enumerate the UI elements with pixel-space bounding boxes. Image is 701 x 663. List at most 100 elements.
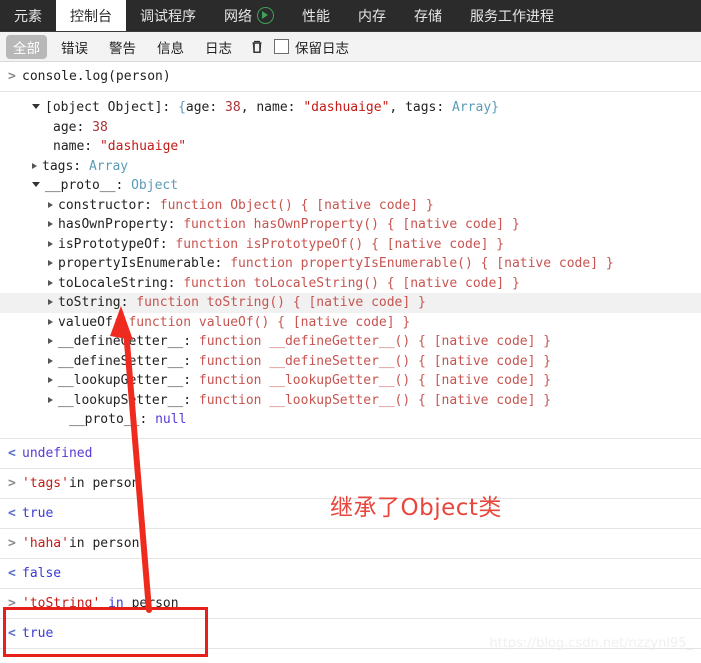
object-property-key: tags: xyxy=(42,158,89,174)
disclosure-triangle-closed-icon[interactable] xyxy=(48,396,53,403)
disclosure-triangle-closed-icon[interactable] xyxy=(48,357,53,364)
tab-console[interactable]: 控制台 xyxy=(56,0,126,31)
console-command-text: console.log(person) xyxy=(22,69,171,84)
console-result-text: true xyxy=(22,625,54,641)
object-header-age-key: age: xyxy=(185,100,226,115)
console-command-row[interactable]: > 'haha'in person xyxy=(0,529,701,559)
filter-logs[interactable]: 日志 xyxy=(198,35,239,59)
filter-errors[interactable]: 错误 xyxy=(54,35,95,59)
console-command-rest: in person xyxy=(68,475,140,491)
object-property-value: function valueOf() { [native code] } xyxy=(128,314,411,330)
tab-network-label: 网络 xyxy=(224,8,252,25)
output-prompt-icon: < xyxy=(8,565,16,581)
tab-sources[interactable]: 调试程序 xyxy=(126,0,210,31)
object-header-prefix: [object Object]: xyxy=(45,100,179,115)
object-property-value: function hasOwnProperty() { [native code… xyxy=(183,217,520,232)
object-property-key: constructor: xyxy=(58,197,160,213)
object-header-name-value: "dashuaige" xyxy=(303,100,390,115)
object-property-value: function toLocaleString() { [native code… xyxy=(183,275,520,291)
output-prompt-icon: < xyxy=(8,505,16,521)
console-command-row[interactable]: > console.log(person) xyxy=(0,62,701,92)
object-header-name-key: name: xyxy=(256,100,304,115)
console-command-row-highlighted[interactable]: > 'toString' in person xyxy=(0,589,701,619)
object-header-line[interactable]: [object Object]: {age: 38, name: "dashua… xyxy=(0,98,701,118)
object-property-row[interactable]: tags: Array xyxy=(0,157,701,177)
filter-info[interactable]: 信息 xyxy=(150,35,191,59)
object-property-row[interactable]: toLocaleString: function toLocaleString(… xyxy=(0,274,701,294)
disclosure-triangle-closed-icon[interactable] xyxy=(48,201,53,208)
console-result-row-highlighted: < true xyxy=(0,619,701,649)
object-property-row[interactable]: __defineSetter__: function __defineSette… xyxy=(0,352,701,372)
tab-performance-label: 性能 xyxy=(302,8,330,25)
tab-elements-label: 元素 xyxy=(14,8,42,25)
console-filter-bar: 全部 错误 警告 信息 日志 保留日志 xyxy=(0,32,701,62)
filter-warnings[interactable]: 警告 xyxy=(102,35,143,59)
object-property-key: __defineSetter__: xyxy=(58,353,199,369)
object-property-row[interactable]: __defineGetter__: function __defineGette… xyxy=(0,332,701,352)
disclosure-triangle-closed-icon[interactable] xyxy=(48,260,53,266)
disclosure-triangle-closed-icon[interactable] xyxy=(48,279,53,286)
object-property-row[interactable]: valueOf: function valueOf() { [native co… xyxy=(0,313,701,333)
trash-icon[interactable] xyxy=(248,38,266,56)
console-result-row: < true xyxy=(0,499,701,529)
tab-service-workers[interactable]: 服务工作进程 xyxy=(456,0,568,31)
object-property-key: toLocaleString: xyxy=(58,275,184,291)
console-result-row: < undefined xyxy=(0,439,701,469)
disclosure-triangle-closed-icon[interactable] xyxy=(48,299,53,305)
object-property-key: toString: xyxy=(58,295,137,310)
object-property-row[interactable]: name: "dashuaige" xyxy=(0,137,701,157)
object-header-tags-value: Array xyxy=(452,100,492,115)
preserve-log-checkbox[interactable] xyxy=(274,39,289,54)
tab-memory[interactable]: 内存 xyxy=(344,0,400,31)
object-header-comma-1: , xyxy=(240,100,257,115)
object-property-row[interactable]: hasOwnProperty: function hasOwnProperty(… xyxy=(0,215,701,235)
object-header-tags-key: tags: xyxy=(405,100,453,115)
object-property-row[interactable]: __lookupSetter__: function __lookupSette… xyxy=(0,391,701,411)
input-prompt-icon: > xyxy=(8,595,16,611)
disclosure-triangle-closed-icon[interactable] xyxy=(48,318,53,325)
tab-network[interactable]: 网络 xyxy=(210,0,288,31)
console-command-row[interactable]: > 'tags'in person xyxy=(0,469,701,499)
object-header-comma-2: , xyxy=(389,100,406,115)
object-property-row[interactable]: __proto__: Object xyxy=(0,176,701,196)
console-command-string: 'haha' xyxy=(22,535,69,551)
object-property-row[interactable]: toString: function toString() { [native … xyxy=(0,293,701,313)
object-property-row[interactable]: propertyIsEnumerable: function propertyI… xyxy=(0,254,701,274)
tab-storage[interactable]: 存储 xyxy=(400,0,456,31)
console-result-text: false xyxy=(22,565,62,581)
tab-performance[interactable]: 性能 xyxy=(288,0,344,31)
object-property-row[interactable]: age: 38 xyxy=(0,118,701,138)
object-property-key: __proto__: xyxy=(45,178,132,193)
disclosure-triangle-closed-icon[interactable] xyxy=(32,162,37,169)
object-property-value: function isPrototypeOf() { [native code]… xyxy=(175,236,505,252)
object-property-value: function __defineGetter__() { [native co… xyxy=(198,334,552,349)
object-brace-close: } xyxy=(491,100,499,115)
console-result-row: < false xyxy=(0,559,701,589)
input-prompt-icon: > xyxy=(8,475,16,491)
object-property-value: function Object() { [native code] } xyxy=(159,197,434,213)
object-property-key: name: xyxy=(53,139,100,154)
console-result-text: undefined xyxy=(22,445,93,461)
disclosure-triangle-closed-icon[interactable] xyxy=(48,338,53,344)
disclosure-triangle-closed-icon[interactable] xyxy=(48,240,53,247)
object-property-row[interactable]: __proto__: null xyxy=(0,410,701,430)
object-property-value: function __defineSetter__() { [native co… xyxy=(198,353,552,369)
filter-all[interactable]: 全部 xyxy=(6,34,47,59)
object-property-row[interactable]: isPrototypeOf: function isPrototypeOf() … xyxy=(0,235,701,255)
console-object-output: [object Object]: {age: 38, name: "dashua… xyxy=(0,92,701,439)
console-command-string: 'tags' xyxy=(22,475,69,491)
object-property-value: 38 xyxy=(92,119,108,135)
tab-elements[interactable]: 元素 xyxy=(0,0,56,31)
console-command-rest: person xyxy=(131,595,179,611)
disclosure-triangle-open-icon[interactable] xyxy=(32,104,40,109)
object-property-value: function __lookupSetter__() { [native co… xyxy=(198,392,552,408)
object-property-row[interactable]: constructor: function Object() { [native… xyxy=(0,196,701,216)
object-brace-open: { xyxy=(178,100,186,115)
disclosure-triangle-open-icon[interactable] xyxy=(32,182,40,187)
record-icon[interactable] xyxy=(257,7,274,24)
object-property-row[interactable]: __lookupGetter__: function __lookupGette… xyxy=(0,371,701,391)
disclosure-triangle-closed-icon[interactable] xyxy=(48,221,53,227)
preserve-log-label: 保留日志 xyxy=(295,40,349,57)
disclosure-triangle-closed-icon[interactable] xyxy=(48,377,53,383)
object-property-value: "dashuaige" xyxy=(99,139,187,154)
